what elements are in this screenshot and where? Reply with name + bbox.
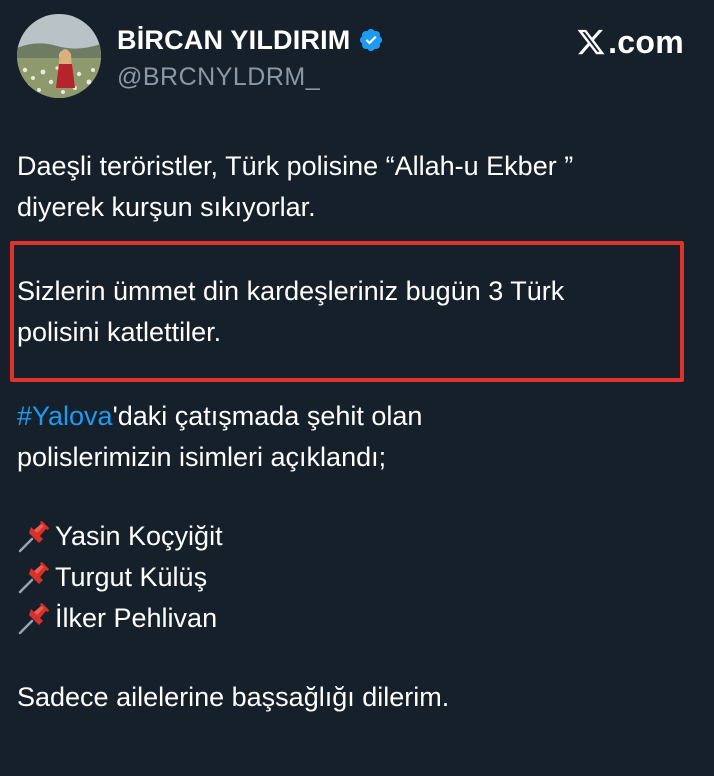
name-row: BİRCAN YILDIRIM: [117, 23, 384, 57]
x-logo-icon: [577, 29, 605, 55]
list-item: İlker Pehlivan: [17, 598, 697, 639]
hashtag-link[interactable]: #Yalova: [17, 401, 113, 431]
avatar[interactable]: [17, 14, 101, 98]
paragraph-hashtag: #Yalova'daki çatışmada şehit olan polisl…: [17, 396, 697, 478]
pushpin-icon: [18, 520, 49, 552]
intro-line-1: Daeşli teröristler, Türk polisine “Allah…: [17, 151, 574, 181]
list-item: Turgut Külüş: [17, 557, 697, 598]
verified-badge-icon: [359, 28, 382, 52]
display-name[interactable]: BİRCAN YILDIRIM: [117, 25, 351, 56]
brand-domain-text: .com: [608, 23, 684, 60]
highlight-line-1: Sizlerin ümmet din kardeşleriniz bugün 3…: [17, 276, 565, 306]
tweet-text: Daeşli teröristler, Türk polisine “Allah…: [17, 146, 697, 718]
name-item-1: Yasin Koçyiğit: [55, 521, 223, 551]
intro-line-2: diyerek kurşun sıkıyorlar.: [17, 192, 316, 222]
names-list: Yasin Koçyiğit Turgut Külüş İlker Pehliv…: [17, 516, 697, 639]
paragraph-highlighted: Sizlerin ümmet din kardeşleriniz bugün 3…: [17, 271, 697, 353]
highlight-line-2: polisini katlettiler.: [17, 317, 222, 347]
paragraph-closing: Sadece ailelerine başsağlığı dilerim.: [17, 677, 697, 718]
list-item: Yasin Koçyiğit: [17, 516, 697, 557]
tweet-header: BİRCAN YILDIRIM @BRCNYLDRM_ .com: [17, 14, 684, 104]
pushpin-icon: [18, 602, 49, 634]
paragraph-intro: Daeşli teröristler, Türk polisine “Allah…: [17, 146, 697, 228]
user-handle[interactable]: @BRCNYLDRM_: [117, 63, 320, 92]
brand-watermark: .com: [576, 22, 684, 62]
names-intro-line: polislerimizin isimleri açıklandı;: [17, 442, 387, 472]
closing-line: Sadece ailelerine başsağlığı dilerim.: [17, 682, 450, 712]
name-item-2: Turgut Külüş: [55, 562, 208, 592]
hashtag-rest: 'daki çatışmada şehit olan: [112, 401, 423, 431]
name-item-3: İlker Pehlivan: [55, 603, 218, 633]
pushpin-icon: [18, 561, 49, 593]
